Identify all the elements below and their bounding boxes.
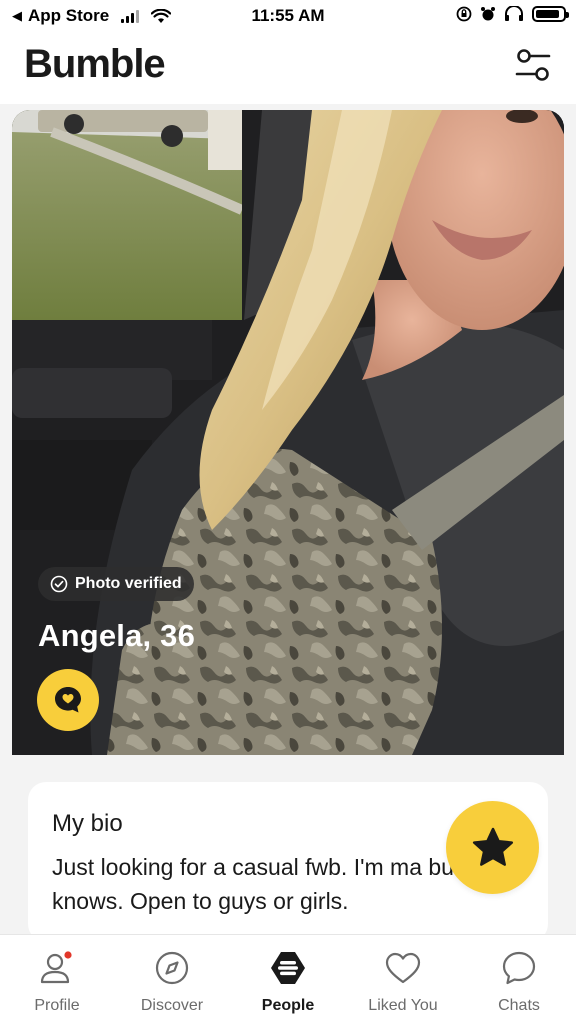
brand-logo: Bumble bbox=[24, 42, 166, 86]
notification-dot bbox=[64, 951, 72, 959]
profile-photo bbox=[12, 110, 564, 755]
verified-label: Photo verified bbox=[75, 575, 182, 592]
compliment-bubble-icon bbox=[55, 687, 81, 713]
nav-label-people: People bbox=[261, 997, 315, 1014]
nav-item-profile[interactable]: Profile bbox=[2, 949, 112, 1019]
nav-item-liked-you[interactable]: Liked You bbox=[348, 949, 458, 1019]
superswipe-button[interactable] bbox=[446, 801, 539, 894]
nav-label-profile: Profile bbox=[34, 997, 80, 1014]
verified-check-icon bbox=[50, 575, 68, 593]
bottom-nav: Profile Discover People Liked You Chats bbox=[0, 934, 576, 1024]
nav-label-liked-you: Liked You bbox=[368, 997, 438, 1014]
nav-item-chats[interactable]: Chats bbox=[464, 949, 574, 1019]
alarm-icon bbox=[481, 7, 495, 21]
photo-verified-badge[interactable]: Photo verified bbox=[38, 567, 194, 601]
orientation-lock-icon bbox=[456, 6, 472, 22]
nav-label-chats: Chats bbox=[498, 997, 540, 1014]
compliment-button[interactable] bbox=[37, 669, 99, 731]
bumble-hive-icon bbox=[271, 952, 305, 984]
battery-icon bbox=[532, 6, 569, 22]
star-icon bbox=[472, 827, 513, 866]
nav-label-discover: Discover bbox=[140, 997, 204, 1014]
sliders-icon[interactable] bbox=[514, 46, 552, 84]
status-right bbox=[456, 6, 569, 22]
person-icon bbox=[40, 951, 72, 984]
profile-card[interactable]: Photo verified Angela, 36 bbox=[12, 110, 564, 755]
bio-title: My bio bbox=[52, 810, 123, 837]
compass-icon bbox=[155, 951, 189, 985]
headphones-icon bbox=[505, 6, 523, 21]
status-bar: ◀ App Store 11:55 AM bbox=[0, 0, 576, 34]
heart-icon bbox=[385, 952, 421, 984]
nav-item-people[interactable]: People bbox=[233, 949, 343, 1019]
chat-bubble-icon bbox=[502, 951, 536, 985]
profile-name-age: Angela, 36 bbox=[38, 618, 196, 653]
nav-item-discover[interactable]: Discover bbox=[117, 949, 227, 1019]
app-header: Bumble bbox=[0, 34, 576, 104]
